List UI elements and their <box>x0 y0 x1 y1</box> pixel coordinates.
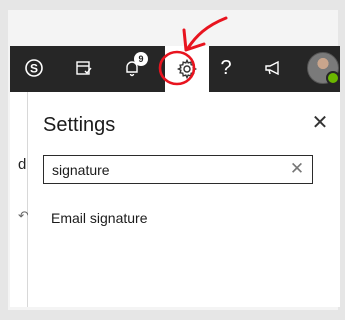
settings-panel: Settings ✕ ✕ Email signature <box>28 92 340 307</box>
avatar[interactable] <box>307 52 340 85</box>
left-pane-text: d <box>18 156 27 173</box>
settings-icon <box>176 58 198 80</box>
settings-search-input[interactable] <box>52 161 272 179</box>
top-bar: S 9 ? <box>10 46 340 92</box>
left-pane <box>10 92 28 307</box>
feedback-icon[interactable] <box>260 54 288 82</box>
notifications-icon[interactable]: 9 <box>118 52 148 82</box>
presence-indicator <box>326 71 340 85</box>
my-day-icon[interactable] <box>70 54 98 82</box>
skype-icon[interactable]: S <box>20 54 48 82</box>
clear-search-button[interactable]: ✕ <box>288 159 306 178</box>
settings-button[interactable] <box>165 46 209 92</box>
help-icon[interactable]: ? <box>212 54 240 82</box>
svg-text:S: S <box>30 62 38 76</box>
notification-count-badge: 9 <box>134 52 148 66</box>
settings-search-box[interactable]: ✕ <box>43 155 313 184</box>
close-button[interactable]: ✕ <box>310 112 330 134</box>
panel-title: Settings <box>43 114 116 136</box>
search-result-email-signature[interactable]: Email signature <box>51 210 148 226</box>
